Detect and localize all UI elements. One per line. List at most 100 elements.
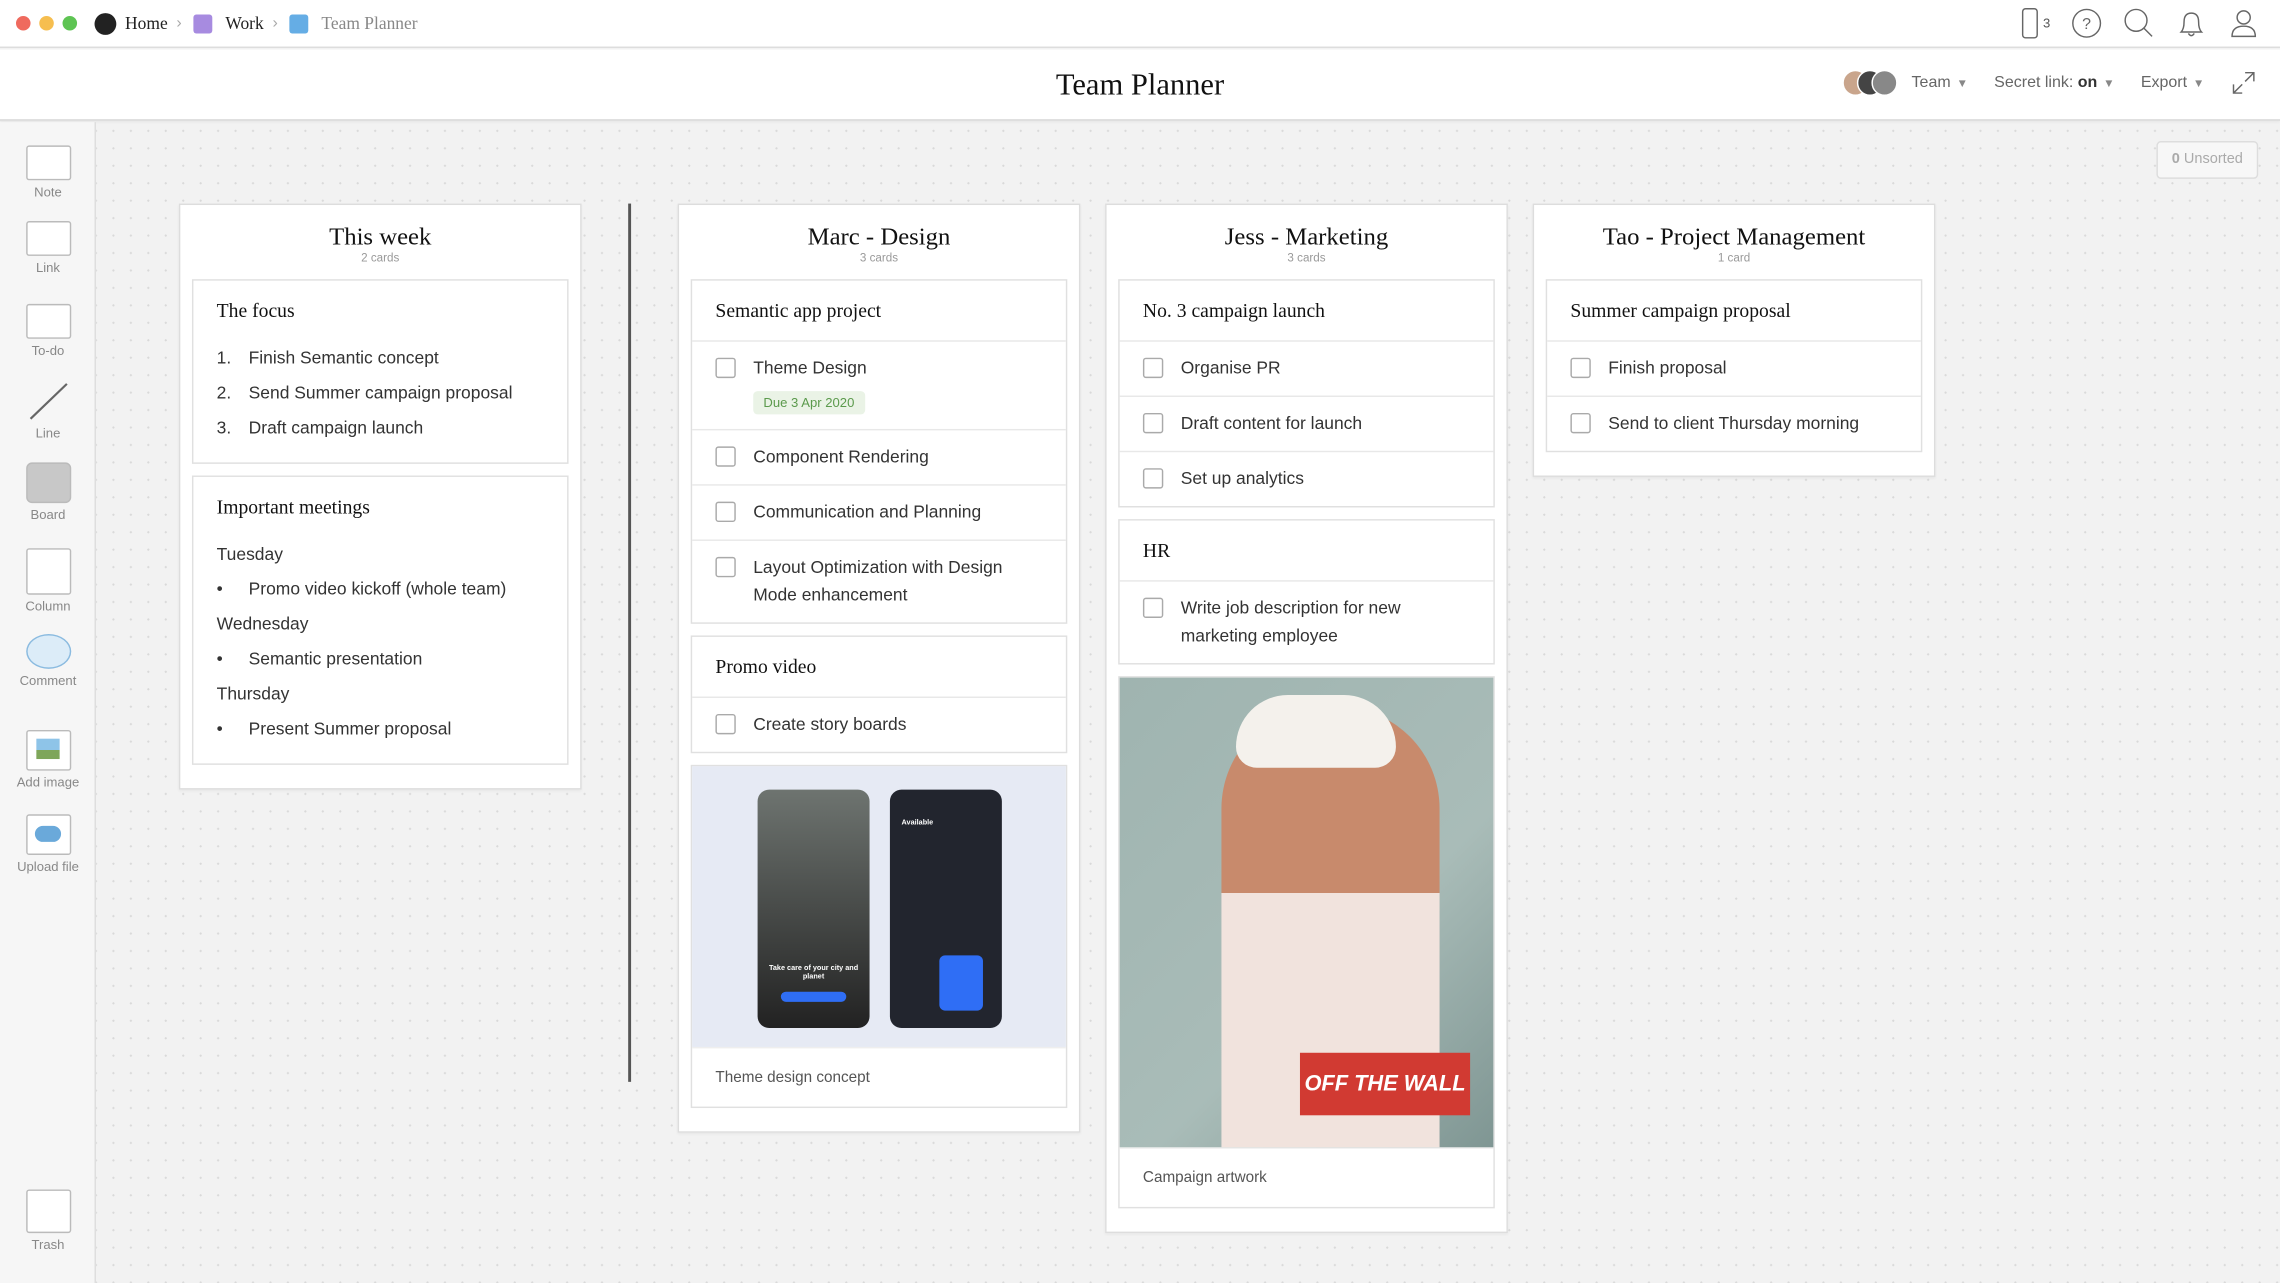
todo-text[interactable]: Organise PR <box>1181 355 1470 383</box>
upload-file-icon <box>25 814 71 856</box>
column-title[interactable]: Jess - Marketing <box>1118 222 1495 251</box>
tool-board[interactable]: Board <box>0 462 96 522</box>
minimize-window-button[interactable] <box>39 15 54 31</box>
checkbox[interactable] <box>715 357 736 379</box>
tool-label: Column <box>25 599 71 614</box>
bell-icon[interactable] <box>2175 7 2207 39</box>
mobile-devices-button[interactable]: 3 <box>2021 7 2050 39</box>
due-date-badge[interactable]: Due 3 Apr 2020 <box>753 391 865 415</box>
search-icon[interactable] <box>2123 7 2155 39</box>
checkbox[interactable] <box>715 713 736 735</box>
comment-icon <box>25 633 71 669</box>
list-marker: • <box>216 578 223 600</box>
team-planner-board-icon <box>289 13 309 33</box>
breadcrumb-team-planner[interactable]: Team Planner <box>321 12 417 34</box>
tool-label: Comment <box>19 673 77 688</box>
todo-item: Organise PR <box>1119 340 1494 395</box>
card-title[interactable]: Promo video <box>692 637 1066 697</box>
todo-card[interactable]: HR Write job description for new marketin… <box>1118 519 1495 665</box>
trash-button[interactable]: Trash <box>0 1189 96 1252</box>
todo-text[interactable]: Write job description for new marketing … <box>1181 595 1470 650</box>
todo-text[interactable]: Finish proposal <box>1608 355 1897 383</box>
todo-text[interactable]: Draft content for launch <box>1181 410 1470 438</box>
tool-line[interactable]: Line <box>0 381 96 441</box>
checkbox[interactable] <box>1142 468 1164 489</box>
tool-note[interactable]: Note <box>0 145 96 199</box>
phone-text: Available <box>901 818 934 828</box>
todo-item: Create story boards <box>692 696 1066 752</box>
checkbox[interactable] <box>1570 357 1591 379</box>
card-title[interactable]: Summer campaign proposal <box>1547 281 1921 341</box>
user-icon[interactable] <box>2228 7 2260 39</box>
todo-item: Component Rendering <box>692 428 1066 484</box>
todo-text[interactable]: Component Rendering <box>753 444 1042 472</box>
tool-upload-file[interactable]: Upload file <box>0 814 96 874</box>
todo-text[interactable]: Layout Optimization with Design Mode enh… <box>753 554 1042 609</box>
checkbox[interactable] <box>1570 412 1591 434</box>
column-divider-line[interactable] <box>628 203 632 1082</box>
image-card[interactable]: OFF THE WALL Campaign artwork <box>1118 676 1495 1209</box>
todo-text[interactable]: Theme Design <box>753 355 1042 383</box>
tool-todo[interactable]: To-do <box>0 303 96 358</box>
todo-text[interactable]: Set up analytics <box>1181 465 1470 493</box>
tool-column[interactable]: Column <box>0 548 96 614</box>
board-icon <box>25 462 71 504</box>
help-icon[interactable]: ? <box>2071 7 2103 39</box>
image-caption: Campaign artwork <box>1119 1147 1494 1207</box>
checkbox[interactable] <box>715 556 736 578</box>
note-line: • Promo video kickoff (whole team) <box>217 571 544 606</box>
card-title[interactable]: Semantic app project <box>692 281 1066 341</box>
tool-comment[interactable]: Comment <box>0 633 96 688</box>
maximize-window-button[interactable] <box>62 15 78 31</box>
note-card[interactable]: Important meetings Tuesday • Promo video ki… <box>191 475 569 765</box>
todo-card[interactable]: No. 3 campaign launch Organise PR Draft co… <box>1118 279 1495 508</box>
todo-text[interactable]: Create story boards <box>753 711 1042 739</box>
card-title[interactable]: HR <box>1120 521 1494 581</box>
note-line: • Semantic presentation <box>217 641 544 676</box>
column-card-count: 3 cards <box>1287 251 1326 265</box>
checkbox[interactable] <box>715 501 736 523</box>
unsorted-label: Unsorted <box>2183 151 2243 168</box>
todo-text[interactable]: Communication and Planning <box>753 499 1042 527</box>
breadcrumb-work[interactable]: Work <box>225 12 263 34</box>
artwork-image[interactable]: OFF THE WALL <box>1119 677 1494 1148</box>
todo-text[interactable]: Send to client Thursday morning <box>1608 410 1897 438</box>
checkbox[interactable] <box>1142 597 1164 618</box>
column-title[interactable]: Marc - Design <box>691 222 1068 251</box>
checkbox[interactable] <box>1142 357 1164 379</box>
secret-link-label: Secret link: <box>1994 74 2074 92</box>
todo-card[interactable]: Promo video Create story boards <box>690 635 1068 754</box>
export-menu[interactable]: Export ▼ <box>2141 74 2205 91</box>
todo-card[interactable]: Semantic app project Theme Design Due 3 Ap… <box>690 279 1068 624</box>
tool-label: Add image <box>16 775 80 790</box>
unsorted-button[interactable]: 0 Unsorted <box>2156 141 2259 179</box>
close-window-button[interactable] <box>15 15 31 31</box>
card-title[interactable]: Important meetings <box>193 477 567 537</box>
list-marker: 3. <box>216 417 232 438</box>
team-menu[interactable]: Team ▼ <box>1841 69 1968 96</box>
tool-label: Note <box>34 184 62 200</box>
secret-link-menu[interactable]: Secret link: on ▼ <box>1994 74 2114 91</box>
image-card[interactable]: Take care of your city and planet Availab… <box>690 764 1068 1109</box>
checkbox[interactable] <box>715 446 736 467</box>
note-body[interactable]: Tuesday • Promo video kickoff (whole team)… <box>193 537 567 764</box>
phones-image[interactable]: Take care of your city and planet Availab… <box>692 766 1066 1047</box>
card-title[interactable]: The focus <box>193 281 567 341</box>
tool-label: Upload file <box>17 859 79 874</box>
board-header: Team Planner Team ▼ Secret link: on ▼ Expo… <box>0 49 2280 121</box>
column-title[interactable]: This week <box>192 222 569 251</box>
todo-card[interactable]: Summer campaign proposal Finish proposal S… <box>1545 279 1923 453</box>
column-title[interactable]: Tao - Project Management <box>1546 222 1923 251</box>
checkbox[interactable] <box>1142 412 1164 434</box>
list-marker: • <box>216 718 223 739</box>
breadcrumb-home[interactable]: Home <box>125 12 168 34</box>
fullscreen-icon[interactable] <box>2231 70 2257 96</box>
tool-link[interactable]: Link <box>0 221 96 275</box>
card-title[interactable]: No. 3 campaign launch <box>1120 281 1494 341</box>
tool-add-image[interactable]: Add image <box>0 729 96 790</box>
note-body[interactable]: 1. Finish Semantic concept 2. Send Summer c… <box>193 340 567 462</box>
phone-cta-button <box>780 991 847 1002</box>
off-the-wall-logo: OFF THE WALL <box>1299 1052 1471 1116</box>
note-card[interactable]: The focus 1. Finish Semantic concept 2. Send… <box>191 279 569 464</box>
team-label: Team <box>1911 74 1951 92</box>
